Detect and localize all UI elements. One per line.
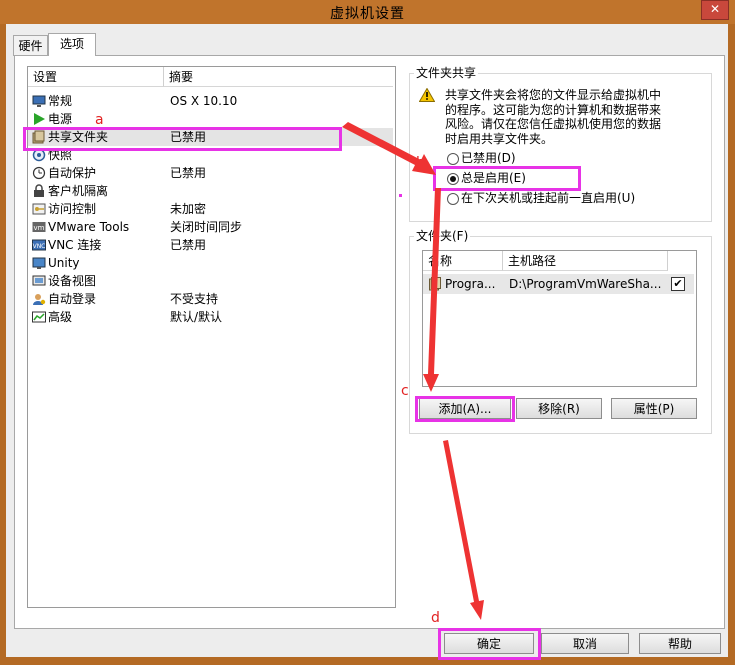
key-icon bbox=[32, 203, 46, 215]
svg-text:VNC: VNC bbox=[33, 243, 46, 250]
list-item-vnc[interactable]: VNC VNC 连接 已禁用 bbox=[28, 236, 393, 254]
list-item-access-control[interactable]: 访问控制 未加密 bbox=[28, 200, 393, 218]
close-icon: ✕ bbox=[709, 2, 721, 16]
properties-button[interactable]: 属性(P) bbox=[611, 398, 697, 419]
annotation-a: a bbox=[95, 112, 104, 128]
list-item-autologin[interactable]: 自动登录 不受支持 bbox=[28, 290, 393, 308]
vnc-icon: VNC bbox=[32, 239, 46, 251]
folder-name: Progra... bbox=[445, 277, 496, 291]
unity-icon bbox=[32, 257, 46, 269]
play-icon bbox=[34, 113, 45, 125]
radio-until-poweroff[interactable] bbox=[446, 191, 462, 207]
sharing-group-label: 文件夹共享 bbox=[414, 66, 479, 80]
column-header-setting[interactable]: 设置 bbox=[28, 67, 164, 87]
list-item-vmware-tools[interactable]: vm VMware Tools 关闭时间同步 bbox=[28, 218, 393, 236]
folder-path: D:\ProgramVmWareSha... bbox=[509, 277, 662, 291]
radio-until-poweroff-label[interactable]: 在下次关机或挂起前一直启用(U) bbox=[461, 190, 635, 206]
radio-always-enabled-label[interactable]: 总是启用(E) bbox=[461, 170, 526, 186]
warning-icon bbox=[419, 88, 435, 102]
lock-icon bbox=[34, 184, 44, 197]
snapshot-icon bbox=[32, 148, 46, 162]
svg-text:vm: vm bbox=[34, 224, 45, 232]
table-row[interactable]: Progra... D:\ProgramVmWareSha... ✔ bbox=[423, 274, 694, 294]
folder-icon bbox=[429, 277, 441, 291]
remove-button[interactable]: 移除(R) bbox=[516, 398, 602, 419]
title-bar[interactable]: 虚拟机设置 ✕ bbox=[0, 0, 735, 24]
tab-options[interactable]: 选项 bbox=[48, 33, 96, 56]
radio-always-enabled[interactable] bbox=[446, 171, 462, 187]
list-item-isolation[interactable]: 客户机隔离 bbox=[28, 182, 393, 200]
add-button[interactable]: 添加(A)... bbox=[419, 398, 511, 419]
cancel-button[interactable]: 取消 bbox=[541, 633, 629, 654]
tab-hardware[interactable]: 硬件 bbox=[13, 35, 48, 56]
annotation-c: c bbox=[401, 383, 409, 399]
sharing-warning: 共享文件夹会将您的文件显示给虚拟机中 的程序。这可能为您的计算机和数据带来 风险… bbox=[445, 88, 662, 146]
folders-header-name[interactable]: 名称 bbox=[423, 251, 503, 271]
list-item-advanced[interactable]: 高级 默认/默认 bbox=[28, 308, 393, 326]
radio-disabled-label[interactable]: 已禁用(D) bbox=[461, 150, 516, 166]
window-title: 虚拟机设置 bbox=[330, 6, 405, 22]
shared-folder-icon bbox=[32, 130, 45, 144]
monitor-icon bbox=[32, 95, 46, 107]
device-view-icon bbox=[32, 275, 46, 286]
list-item-snapshot[interactable]: 快照 bbox=[28, 146, 393, 164]
vm-icon: vm bbox=[32, 222, 46, 232]
folders-list[interactable]: 名称 主机路径 Progra... D:\ProgramVmWareSha...… bbox=[422, 250, 697, 387]
folder-enabled-checkbox[interactable]: ✔ bbox=[671, 277, 685, 291]
list-item-general[interactable]: 常规 OS X 10.10 bbox=[28, 92, 393, 110]
close-button[interactable]: ✕ bbox=[701, 0, 729, 20]
settings-list[interactable]: 设置 摘要 常规 OS X 10.10 电源 共享文件夹 已禁用 快照 自动保护… bbox=[27, 66, 396, 608]
folders-header-path[interactable]: 主机路径 bbox=[503, 251, 668, 271]
column-header-summary[interactable]: 摘要 bbox=[164, 67, 393, 87]
annotation-d: d bbox=[431, 610, 440, 626]
list-item-shared-folders[interactable]: 共享文件夹 已禁用 bbox=[28, 128, 393, 146]
list-item-unity[interactable]: Unity bbox=[28, 254, 393, 272]
ok-button[interactable]: 确定 bbox=[444, 633, 534, 654]
list-item-autoprotect[interactable]: 自动保护 已禁用 bbox=[28, 164, 393, 182]
list-item-power[interactable]: 电源 bbox=[28, 110, 393, 128]
user-icon bbox=[33, 294, 46, 305]
help-button[interactable]: 帮助 bbox=[639, 633, 721, 654]
clock-icon bbox=[32, 166, 46, 180]
radio-disabled[interactable] bbox=[446, 151, 462, 167]
folders-group-label: 文件夹(F) bbox=[414, 229, 471, 243]
list-item-device-view[interactable]: 设备视图 bbox=[28, 272, 393, 290]
annotation-b: b bbox=[416, 155, 425, 171]
chart-icon bbox=[32, 311, 46, 323]
